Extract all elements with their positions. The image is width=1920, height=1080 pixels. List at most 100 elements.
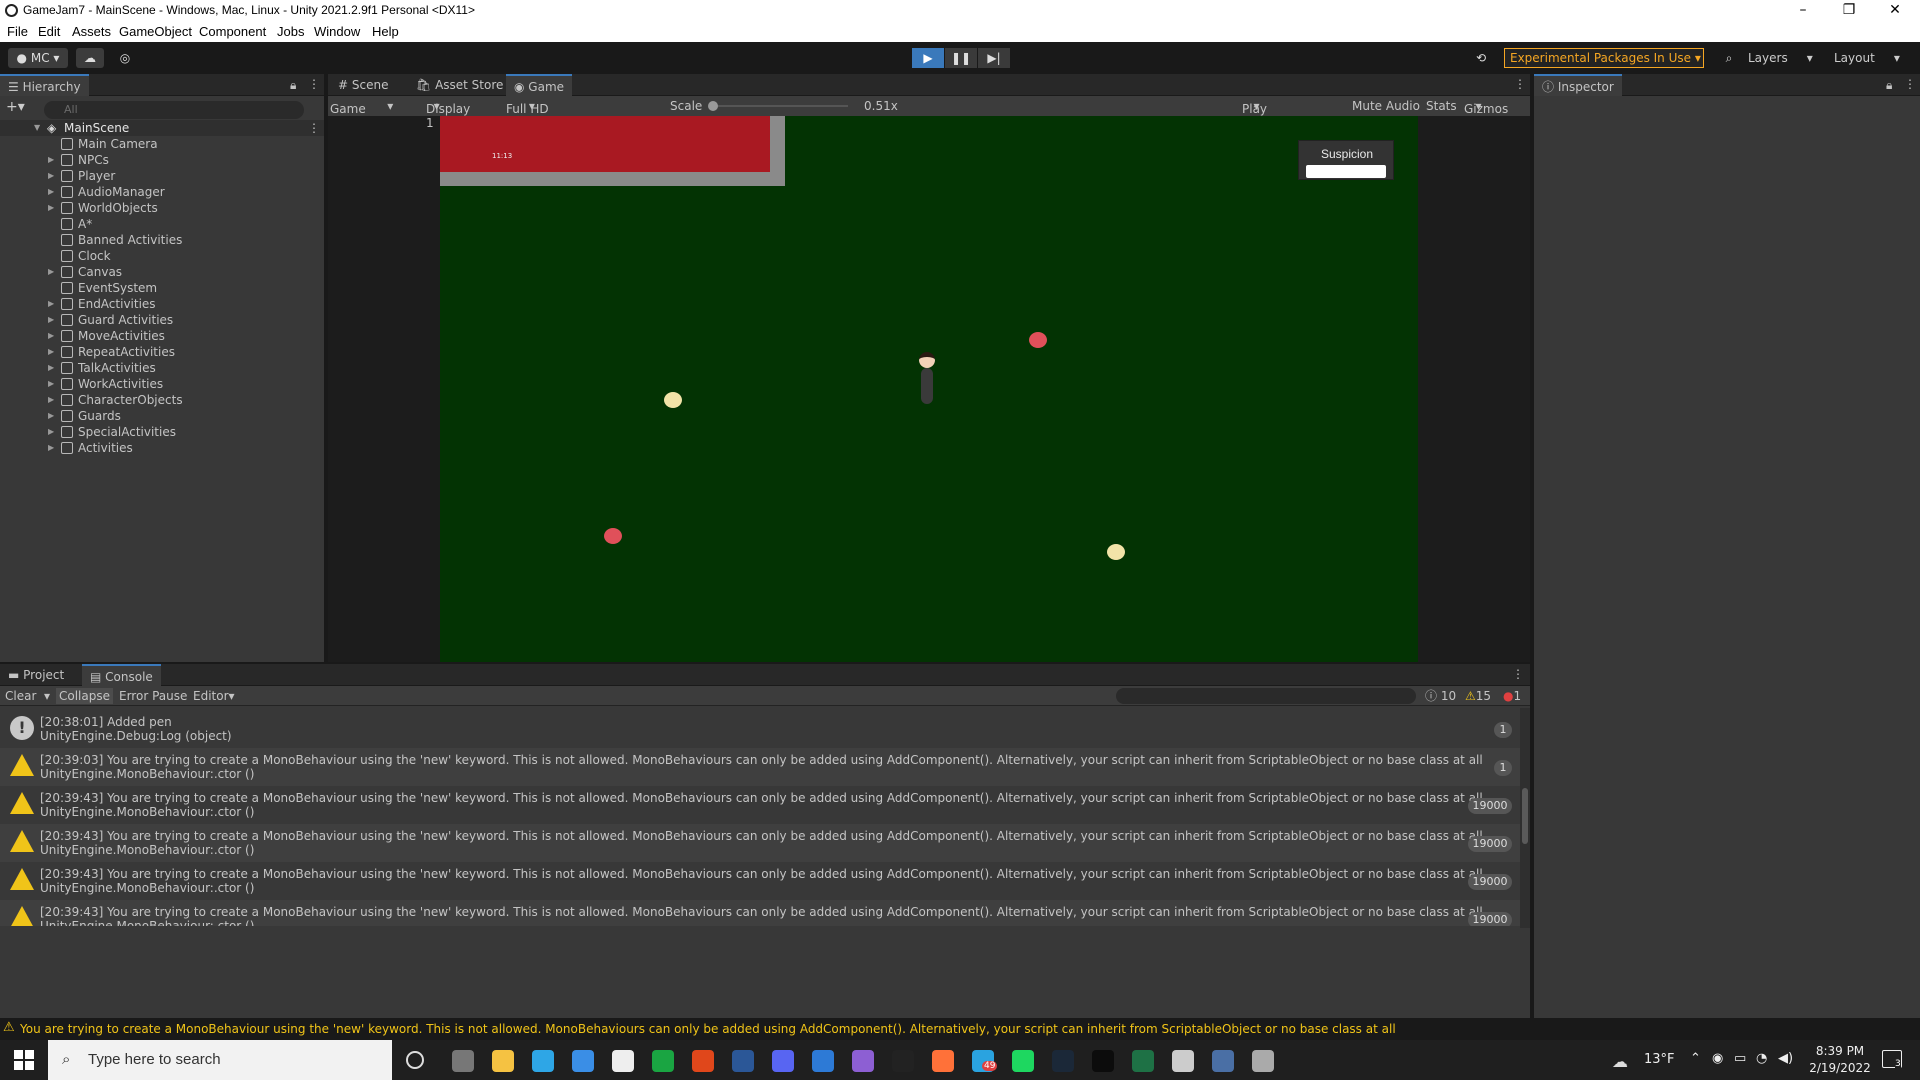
expand-arrow-icon[interactable]: ▶ — [48, 360, 58, 376]
warning-filter-toggle[interactable]: ⚠15 — [1462, 688, 1494, 704]
status-message[interactable]: You are trying to create a MonoBehaviour… — [20, 1022, 1396, 1036]
hierarchy-item[interactable]: ▶ Activities — [0, 440, 324, 456]
scale-slider-handle[interactable] — [708, 101, 718, 111]
hierarchy-item[interactable]: Main Camera — [0, 136, 324, 152]
stats-button[interactable]: Stats — [1426, 99, 1457, 113]
calculator-icon[interactable] — [1212, 1050, 1234, 1072]
menu-jobs[interactable]: Jobs — [277, 24, 304, 39]
display-dropdown[interactable]: Display 1 ▾ — [426, 99, 470, 130]
hierarchy-item[interactable]: ▶ NPCs — [0, 152, 324, 168]
edge-icon[interactable] — [532, 1050, 554, 1072]
windows-start-icon[interactable] — [14, 1050, 34, 1070]
hierarchy-item[interactable]: ▶ Guard Activities — [0, 312, 324, 328]
record-icon[interactable]: ◉ — [1712, 1051, 1723, 1066]
play-button[interactable]: ▶ — [912, 48, 944, 68]
hierarchy-item[interactable]: EventSystem — [0, 280, 324, 296]
hierarchy-item[interactable]: A* — [0, 216, 324, 232]
close-button[interactable]: ✕ — [1872, 0, 1918, 22]
search-icon[interactable]: ⌕ — [1716, 48, 1742, 68]
console-log-row[interactable]: [20:39:03] You are trying to create a Mo… — [0, 748, 1520, 786]
cloud-icon[interactable]: ☁ — [76, 48, 104, 68]
menu-component[interactable]: Component — [199, 24, 266, 39]
game-viewport[interactable]: 11:13 Suspicion — [440, 116, 1418, 662]
console-log-row[interactable]: [20:39:43] You are trying to create a Mo… — [0, 862, 1520, 900]
tab-hierarchy[interactable]: ☰ Hierarchy — [0, 74, 89, 96]
expand-arrow-icon[interactable]: ▶ — [48, 296, 58, 312]
minimize-button[interactable]: – — [1780, 0, 1826, 22]
expand-arrow-icon[interactable]: ▶ — [48, 168, 58, 184]
console-scroll-thumb[interactable] — [1522, 788, 1528, 844]
expand-arrow-icon[interactable]: ▼ — [34, 120, 44, 136]
unity-icon[interactable] — [1252, 1050, 1274, 1072]
scene-row[interactable]: ▼ ◈ MainScene ⋮ — [0, 120, 324, 136]
inspector-kebab-icon[interactable]: ⋮ — [1904, 77, 1916, 91]
battery-icon[interactable]: ▭ — [1734, 1051, 1746, 1066]
store-icon[interactable] — [572, 1050, 594, 1072]
info-filter-toggle[interactable]: ⓘ 10 — [1422, 688, 1459, 704]
restore-button[interactable]: ❐ — [1826, 0, 1872, 22]
tab-scene[interactable]: # Scene — [330, 74, 396, 96]
volume-icon[interactable]: ◀) — [1778, 1051, 1793, 1066]
console-log-row[interactable]: [20:39:43] You are trying to create a Mo… — [0, 824, 1520, 862]
console-search-input[interactable] — [1116, 688, 1416, 704]
console-scrollbar[interactable] — [1520, 708, 1530, 928]
word-icon[interactable] — [732, 1050, 754, 1072]
expand-arrow-icon[interactable]: ▶ — [48, 184, 58, 200]
collapse-toggle[interactable]: Collapse — [56, 688, 113, 704]
hierarchy-item[interactable]: ▶ AudioManager — [0, 184, 324, 200]
xbox-icon[interactable] — [652, 1050, 674, 1072]
view-dropdown[interactable]: Game ▾ — [330, 99, 393, 116]
steam-icon[interactable] — [1052, 1050, 1074, 1072]
menu-file[interactable]: File — [7, 24, 28, 39]
expand-arrow-icon[interactable]: ▶ — [48, 328, 58, 344]
play-focused-dropdown[interactable]: Play Focused ▾ — [1242, 99, 1291, 130]
temperature-text[interactable]: 13°F — [1644, 1052, 1675, 1067]
unity-hub-icon[interactable] — [1172, 1050, 1194, 1072]
console-log-row[interactable]: ! [20:38:01] Added pen UnityEngine.Debug:L… — [0, 710, 1520, 748]
clock-time[interactable]: 8:39 PM — [1810, 1044, 1870, 1058]
hierarchy-item[interactable]: ▶ Player — [0, 168, 324, 184]
terminal-icon[interactable] — [1092, 1050, 1114, 1072]
editor-dropdown[interactable]: Editor▾ — [190, 688, 238, 704]
hierarchy-item[interactable]: ▶ WorldObjects — [0, 200, 324, 216]
hierarchy-item[interactable]: ▶ CharacterObjects — [0, 392, 324, 408]
console-kebab-icon[interactable]: ⋮ — [1512, 667, 1524, 681]
clock-date[interactable]: 2/19/2022 — [1806, 1061, 1874, 1075]
expand-arrow-icon[interactable]: ▶ — [48, 424, 58, 440]
scene-menu-icon[interactable]: ⋮ — [308, 120, 320, 136]
show-hidden-icons[interactable]: ⌃ — [1690, 1051, 1701, 1066]
resolution-dropdown[interactable]: Full HD (1920x1080) ▾ — [506, 99, 584, 130]
menu-gameobject[interactable]: GameObject — [119, 24, 192, 39]
gizmos-dropdown[interactable]: Gizmos ▾ — [1464, 99, 1508, 116]
hierarchy-item[interactable]: Banned Activities — [0, 232, 324, 248]
jetbrains-icon[interactable] — [892, 1050, 914, 1072]
hierarchy-item[interactable]: ▶ MoveActivities — [0, 328, 324, 344]
tab-asset-store[interactable]: 🛍︎ Asset Store — [408, 74, 511, 96]
expand-arrow-icon[interactable]: ▶ — [48, 392, 58, 408]
telegram-icon[interactable]: 49 — [972, 1050, 998, 1072]
menu-edit[interactable]: Edit — [38, 24, 60, 39]
collab-icon[interactable]: ◎ — [112, 48, 138, 68]
tab-inspector[interactable]: ⓘ Inspector — [1534, 74, 1622, 96]
weather-cloud-icon[interactable]: ☁ — [1612, 1052, 1628, 1071]
expand-arrow-icon[interactable]: ▶ — [48, 344, 58, 360]
excel-icon[interactable] — [1132, 1050, 1154, 1072]
hierarchy-item[interactable]: ▶ Canvas — [0, 264, 324, 280]
console-log-row[interactable]: [20:39:43] You are trying to create a Mo… — [0, 900, 1520, 926]
cortana-icon[interactable] — [406, 1051, 424, 1069]
tab-project[interactable]: ▬ Project — [0, 664, 72, 686]
expand-arrow-icon[interactable]: ▶ — [48, 152, 58, 168]
tab-console[interactable]: ▤ Console — [82, 664, 161, 686]
hierarchy-item[interactable]: ▶ WorkActivities — [0, 376, 324, 392]
kebab-menu-icon[interactable]: ⋮ — [308, 77, 320, 91]
hierarchy-item[interactable]: ▶ TalkActivities — [0, 360, 324, 376]
scale-slider[interactable] — [708, 101, 848, 111]
error-filter-toggle[interactable]: ●1 — [1500, 688, 1524, 704]
expand-arrow-icon[interactable]: ▶ — [48, 440, 58, 456]
menu-help[interactable]: Help — [372, 24, 399, 39]
file-explorer-icon[interactable] — [492, 1050, 514, 1072]
spotify-icon[interactable] — [1012, 1050, 1034, 1072]
wifi-icon[interactable]: ◔ — [1756, 1051, 1767, 1066]
visual-studio-icon[interactable] — [852, 1050, 874, 1072]
menu-window[interactable]: Window — [314, 24, 360, 39]
